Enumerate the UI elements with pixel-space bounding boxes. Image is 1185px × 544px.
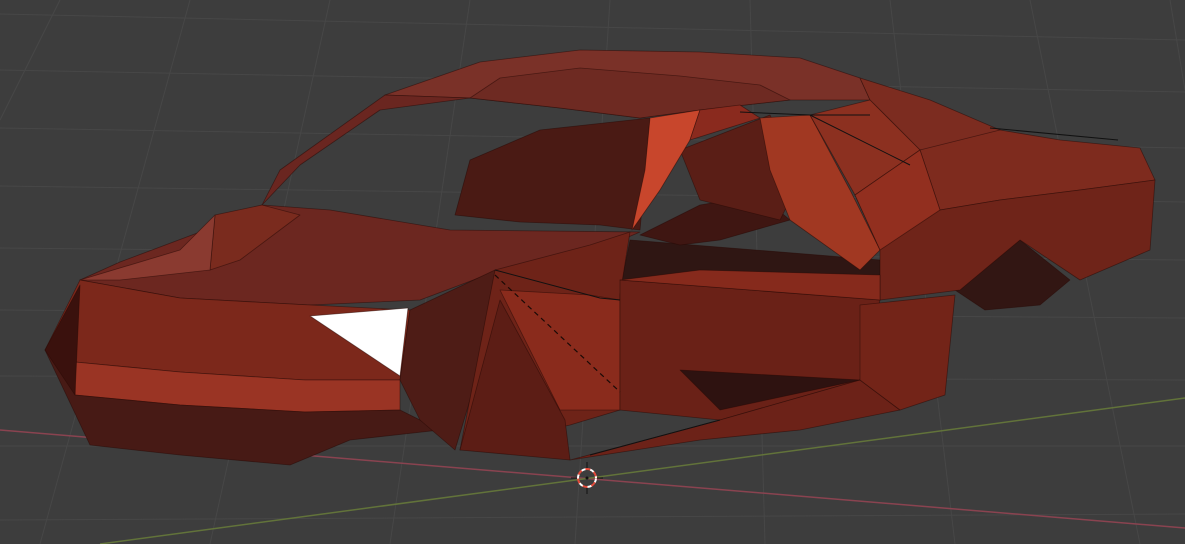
interior-back-wall-face: [454, 117, 651, 231]
3d-cursor-icon[interactable]: [571, 462, 603, 494]
a-pillar-left-face: [261, 94, 471, 206]
car-mesh[interactable]: [44, 49, 1156, 466]
viewport-scene[interactable]: [0, 0, 1185, 544]
3d-viewport[interactable]: [0, 0, 1185, 544]
hood-left-face: [79, 214, 216, 281]
